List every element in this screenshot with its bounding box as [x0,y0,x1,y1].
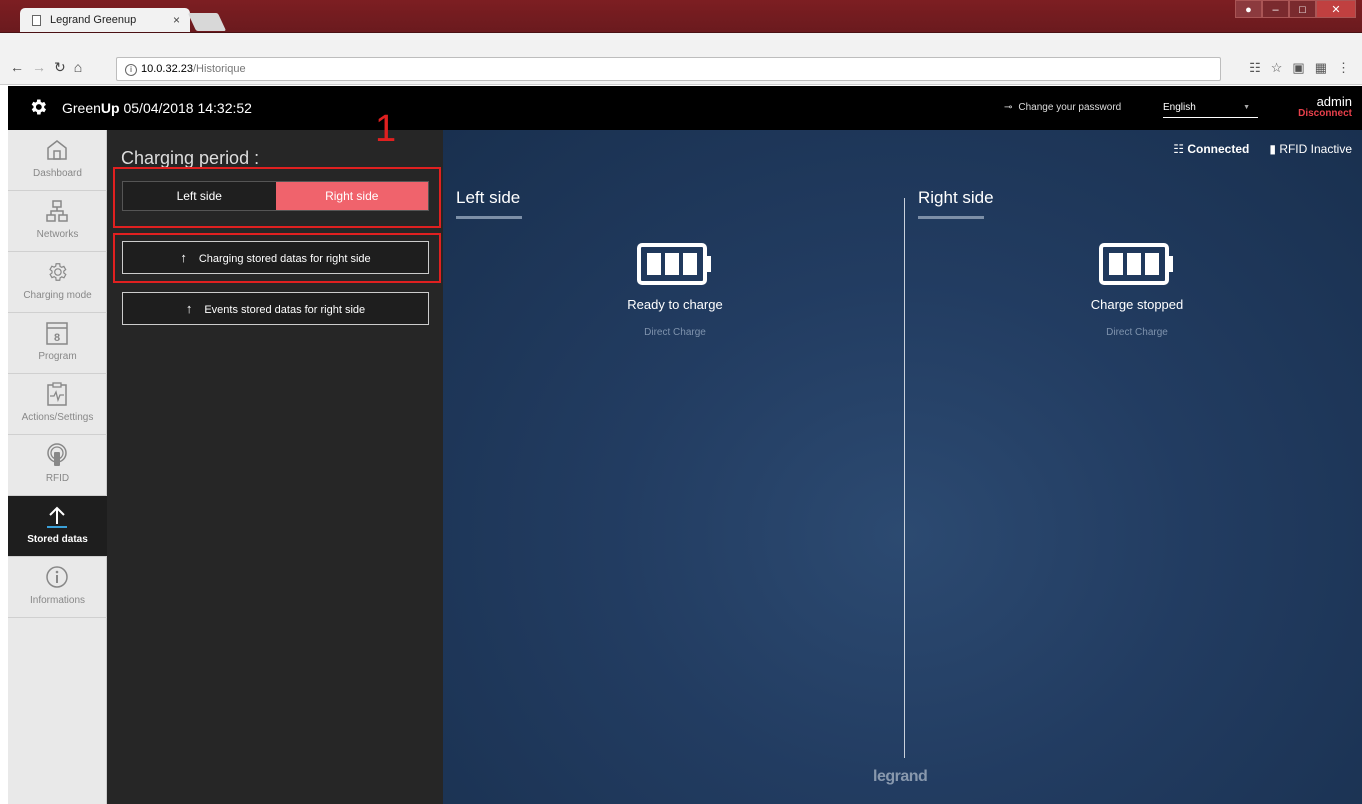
sidebar-item-label: Informations [29,595,86,606]
brand-title: GreenUp 05/04/2018 14:32:52 [62,100,252,116]
change-password-label: Change your password [1018,102,1122,113]
connected-status: ☷ Connected [1173,142,1249,156]
browser-tab[interactable]: Legrand Greenup × [20,8,190,34]
sidebar-item-label: Stored datas [27,534,88,545]
brand-bold: Up [100,100,120,116]
forward-icon[interactable]: → [32,59,46,76]
events-button-label: Events stored datas for right side [204,304,366,316]
annotation-box-1 [113,167,441,228]
sidebar-item-label: RFID [45,473,70,484]
right-charge-state: Charge stopped [1090,297,1184,312]
cast-icon[interactable]: ▦ [1315,60,1327,76]
dropdown-caret-icon: ▼ [1243,104,1250,111]
header-datetime: 05/04/2018 14:32:52 [123,100,252,116]
sidebar-item-label: Charging mode [23,290,92,301]
connected-label: Connected [1187,142,1250,156]
sidebar-item-label: Program [38,351,77,362]
rfid-status-label: RFID Inactive [1279,142,1352,156]
user-menu: admin Disconnect [1298,94,1352,119]
browser-titlebar: Legrand Greenup × ● – □ ✕ [0,0,1362,34]
app-header: GreenUp 05/04/2018 14:32:52 ⊸ Change your… [8,86,1362,130]
left-charge-mode: Direct Charge [644,327,706,338]
sidebar-item-dashboard[interactable]: Dashboard [8,130,107,191]
upload-icon [47,506,67,528]
sidebar-item-informations[interactable]: Informations [8,557,107,618]
change-password-link[interactable]: ⊸ Change your password [1004,102,1121,113]
calendar-icon: 8 [46,322,68,345]
battery-icon [637,243,711,285]
url-host: 10.0.32.23 [141,63,193,75]
gear-icon [49,263,67,281]
right-side-underline [918,216,984,219]
sidebar-item-charging-mode[interactable]: Charging mode [8,252,107,313]
rfid-status: ▮ RFID Inactive [1269,142,1352,156]
address-bar[interactable]: i 10.0.32.23/Historique [116,57,1221,81]
sidebar-item-actions-settings[interactable]: Actions/Settings [8,374,107,435]
network-status-icon: ☷ [1173,142,1184,156]
right-charge-mode: Direct Charge [1106,327,1168,338]
menu-icon[interactable]: ⋮ [1337,60,1350,76]
sidebar-item-label: Networks [36,229,79,240]
sidebar-item-stored-datas[interactable]: Stored datas [8,496,107,557]
rfid-icon [47,443,67,466]
left-side-underline [456,216,522,219]
svg-text:8: 8 [54,332,60,344]
network-icon [46,200,68,222]
sidebar-item-label: Dashboard [33,168,82,179]
disconnect-link[interactable]: Disconnect [1298,108,1352,119]
language-value: English [1163,102,1196,113]
back-icon[interactable]: ← [10,59,24,76]
rfid-status-icon: ▮ [1269,142,1276,156]
home-browser-icon[interactable]: ⌂ [74,59,82,76]
tab-close-icon[interactable]: × [173,13,180,27]
sides-divider [904,198,905,758]
browser-extensions: ☷ ☆ ▣ ▦ ⋮ [1249,60,1350,76]
extension-icon[interactable]: ▣ [1292,60,1304,76]
language-select[interactable]: English ▼ [1163,102,1258,118]
events-stored-datas-button[interactable]: ↑ Events stored datas for right side [122,292,429,325]
close-window-icon[interactable]: ✕ [1316,0,1356,18]
info-icon [46,566,68,588]
url-path: /Historique [193,63,246,75]
left-side-title: Left side [456,188,521,207]
sidebar-item-program[interactable]: 8 Program [8,313,107,374]
brand-light: Green [62,100,101,116]
bookmark-star-icon[interactable]: ☆ [1271,60,1283,76]
annotation-label-1: 1 [375,108,397,150]
left-charge-state: Ready to charge [627,297,723,312]
main-status-area: ☷ Connected ▮ RFID Inactive Left side Ri… [443,130,1362,804]
home-icon [47,140,67,160]
translate-icon[interactable]: ☷ [1249,60,1261,76]
browser-toolbar: ← → ↻ ⌂ i 10.0.32.23/Historique ☷ ☆ ▣ ▦ ⋮ [0,33,1362,85]
sidebar-item-networks[interactable]: Networks [8,191,107,252]
clipboard-icon [47,382,67,406]
legrand-logo: legrand [873,768,928,785]
sidebar-item-label: Actions/Settings [21,412,94,423]
battery-icon [1099,243,1173,285]
username: admin [1316,94,1352,109]
nav-buttons: ← → ↻ ⌂ [10,59,82,76]
connection-status: ☷ Connected ▮ RFID Inactive [1173,142,1352,156]
window-controls: ● – □ ✕ [1235,0,1356,18]
annotation-box-2 [113,233,441,283]
key-icon: ⊸ [1004,102,1013,113]
minimize-icon[interactable]: – [1262,0,1289,18]
site-info-icon[interactable]: i [125,64,137,76]
profile-icon[interactable]: ● [1235,0,1262,18]
sidebar: Dashboard Networks Charging mode 8 Progr… [8,130,107,804]
maximize-icon[interactable]: □ [1289,0,1316,18]
right-side-title: Right side [918,188,994,207]
tab-title: Legrand Greenup [50,14,137,26]
page-icon [32,15,41,26]
sidebar-item-rfid[interactable]: RFID [8,435,107,496]
panel-title: Charging period : [121,148,260,168]
settings-gear-icon[interactable] [28,97,48,117]
upload-arrow-icon: ↑ [185,301,193,316]
charging-panel: Charging period : Left side Right side ↑… [107,130,443,804]
reload-icon[interactable]: ↻ [54,59,66,76]
new-tab-button[interactable] [187,13,227,31]
